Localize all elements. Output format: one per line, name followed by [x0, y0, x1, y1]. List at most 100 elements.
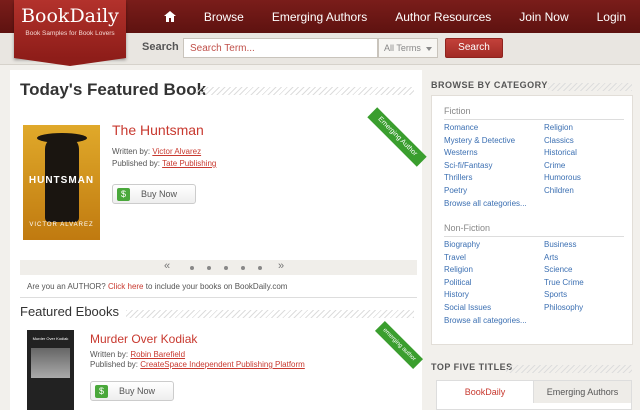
fiction-label: Fiction	[444, 106, 471, 116]
written-by-label: Written by:	[90, 350, 129, 359]
category-link[interactable]: Religion	[544, 123, 573, 132]
category-link[interactable]: Browse all categories...	[444, 316, 527, 325]
buy-label: Buy Now	[141, 189, 178, 199]
featured-author-line: Written by: Victor Alvarez	[112, 147, 201, 156]
ebook-author-link[interactable]: Robin Barefield	[130, 350, 185, 359]
ebook-title[interactable]: Murder Over Kodiak	[90, 332, 197, 346]
published-by-label: Published by:	[112, 159, 161, 168]
home-link[interactable]	[150, 11, 190, 22]
category-divider	[444, 236, 624, 237]
category-link[interactable]: True Crime	[544, 278, 584, 287]
category-link[interactable]: Browse all categories...	[444, 199, 527, 208]
heading-divider	[126, 310, 414, 318]
ebook-buy-button[interactable]: $ Buy Now	[90, 381, 174, 401]
ebook-cover[interactable]: Murder Over Kodiak	[27, 330, 74, 410]
category-link[interactable]: Classics	[544, 136, 574, 145]
emerging-author-ribbon: Emerging Author	[367, 107, 427, 167]
carousel-dot[interactable]	[190, 266, 194, 270]
ebook-cover-title: Murder Over Kodiak	[32, 336, 69, 341]
cover-title: HUNTSMAN	[28, 175, 95, 186]
featured-publisher-line: Published by: Tate Publishing	[112, 159, 216, 168]
search-button[interactable]: Search	[445, 38, 503, 58]
search-input[interactable]	[183, 38, 378, 58]
category-link[interactable]: Biography	[444, 240, 480, 249]
category-link[interactable]: Sci-fi/Fantasy	[444, 161, 492, 170]
sidebar: BROWSE BY CATEGORY Fiction Romance Myster…	[426, 70, 638, 410]
category-link[interactable]: Children	[544, 186, 574, 195]
ebook-cover-image	[31, 348, 70, 378]
heading-divider	[548, 83, 632, 91]
category-link[interactable]: Humorous	[544, 173, 581, 182]
carousel-dot[interactable]	[241, 266, 245, 270]
buy-label: Buy Now	[119, 386, 156, 396]
category-link[interactable]: Romance	[444, 123, 478, 132]
nav-join-now[interactable]: Join Now	[505, 10, 582, 24]
section-divider	[20, 297, 417, 298]
featured-author-link[interactable]: Victor Alvarez	[152, 147, 201, 156]
category-link[interactable]: History	[444, 290, 469, 299]
browse-heading: BROWSE BY CATEGORY	[431, 80, 548, 90]
chevron-down-icon	[426, 47, 432, 51]
carousel-dot[interactable]	[224, 266, 228, 270]
dollar-icon: $	[117, 188, 130, 201]
nav-author-resources[interactable]: Author Resources	[381, 10, 505, 24]
ebook-publisher-line: Published by: CreateSpace Independent Pu…	[90, 360, 305, 369]
category-link[interactable]: Crime	[544, 161, 565, 170]
nav-emerging-authors[interactable]: Emerging Authors	[258, 10, 381, 24]
carousel-dot[interactable]	[258, 266, 262, 270]
author-prompt: Are you an AUTHOR? Click here to include…	[27, 282, 287, 291]
category-link[interactable]: Philosophy	[544, 303, 583, 312]
author-prompt-prefix: Are you an AUTHOR?	[27, 282, 106, 291]
written-by-label: Written by:	[112, 147, 151, 156]
category-link[interactable]: Historical	[544, 148, 577, 157]
nav-browse[interactable]: Browse	[190, 10, 258, 24]
nonfiction-label: Non-Fiction	[444, 223, 491, 233]
ebook-publisher-link[interactable]: CreateSpace Independent Publishing Platf…	[140, 360, 305, 369]
carousel-prev-icon[interactable]: «	[164, 260, 170, 272]
featured-buy-button[interactable]: $ Buy Now	[112, 184, 196, 204]
cover-author: VICTOR ALVAREZ	[29, 222, 94, 228]
search-filter-select[interactable]: All Terms	[378, 38, 438, 58]
category-link[interactable]: Sports	[544, 290, 567, 299]
heading-divider	[196, 87, 414, 95]
nav-login[interactable]: Login	[583, 10, 640, 24]
main-nav: Browse Emerging Authors Author Resources…	[150, 0, 640, 33]
category-link[interactable]: Travel	[444, 253, 466, 262]
category-link[interactable]: Poetry	[444, 186, 467, 195]
heading-divider	[506, 365, 632, 373]
search-filter-value: All Terms	[384, 43, 421, 53]
category-link[interactable]: Mystery & Detective	[444, 136, 515, 145]
author-prompt-suffix: to include your books on BookDaily.com	[145, 282, 288, 291]
logo-tagline: Book Samples for Book Lovers	[25, 30, 115, 37]
emerging-author-ribbon: emerging author	[374, 320, 424, 370]
top-titles-tabs: BookDaily Emerging Authors	[436, 380, 632, 410]
featured-book-cover[interactable]: HUNTSMAN VICTOR ALVAREZ	[23, 125, 100, 240]
carousel-next-icon[interactable]: »	[278, 260, 284, 272]
top-titles-heading: TOP FIVE TITLES	[431, 362, 513, 372]
home-icon	[163, 11, 176, 22]
tab-bookdaily[interactable]: BookDaily	[437, 381, 533, 403]
ebook-author-line: Written by: Robin Barefield	[90, 350, 185, 359]
category-link[interactable]: Science	[544, 265, 572, 274]
category-link[interactable]: Political	[444, 278, 472, 287]
category-box: Fiction Romance Mystery & Detective Wester…	[431, 95, 633, 345]
featured-publisher-link[interactable]: Tate Publishing	[162, 159, 216, 168]
tab-emerging-authors[interactable]: Emerging Authors	[533, 381, 631, 403]
carousel-dot[interactable]	[207, 266, 211, 270]
ebooks-heading: Featured Ebooks	[20, 304, 120, 319]
category-link[interactable]: Business	[544, 240, 576, 249]
category-link[interactable]: Social Issues	[444, 303, 491, 312]
logo-name: BookDaily	[21, 5, 119, 27]
category-link[interactable]: Arts	[544, 253, 558, 262]
category-link[interactable]: Religion	[444, 265, 473, 274]
category-link[interactable]: Westerns	[444, 148, 478, 157]
category-link[interactable]: Thrillers	[444, 173, 472, 182]
author-prompt-link[interactable]: Click here	[108, 282, 144, 291]
site-logo[interactable]: BookDaily Book Samples for Book Lovers	[14, 0, 126, 66]
main-panel: Today's Featured Book HUNTSMAN VICTOR AL…	[10, 70, 427, 410]
dollar-icon: $	[95, 385, 108, 398]
featured-heading: Today's Featured Book	[20, 80, 207, 99]
category-divider	[444, 119, 624, 120]
carousel-controls: « »	[20, 260, 417, 275]
featured-book-title[interactable]: The Huntsman	[112, 122, 204, 138]
